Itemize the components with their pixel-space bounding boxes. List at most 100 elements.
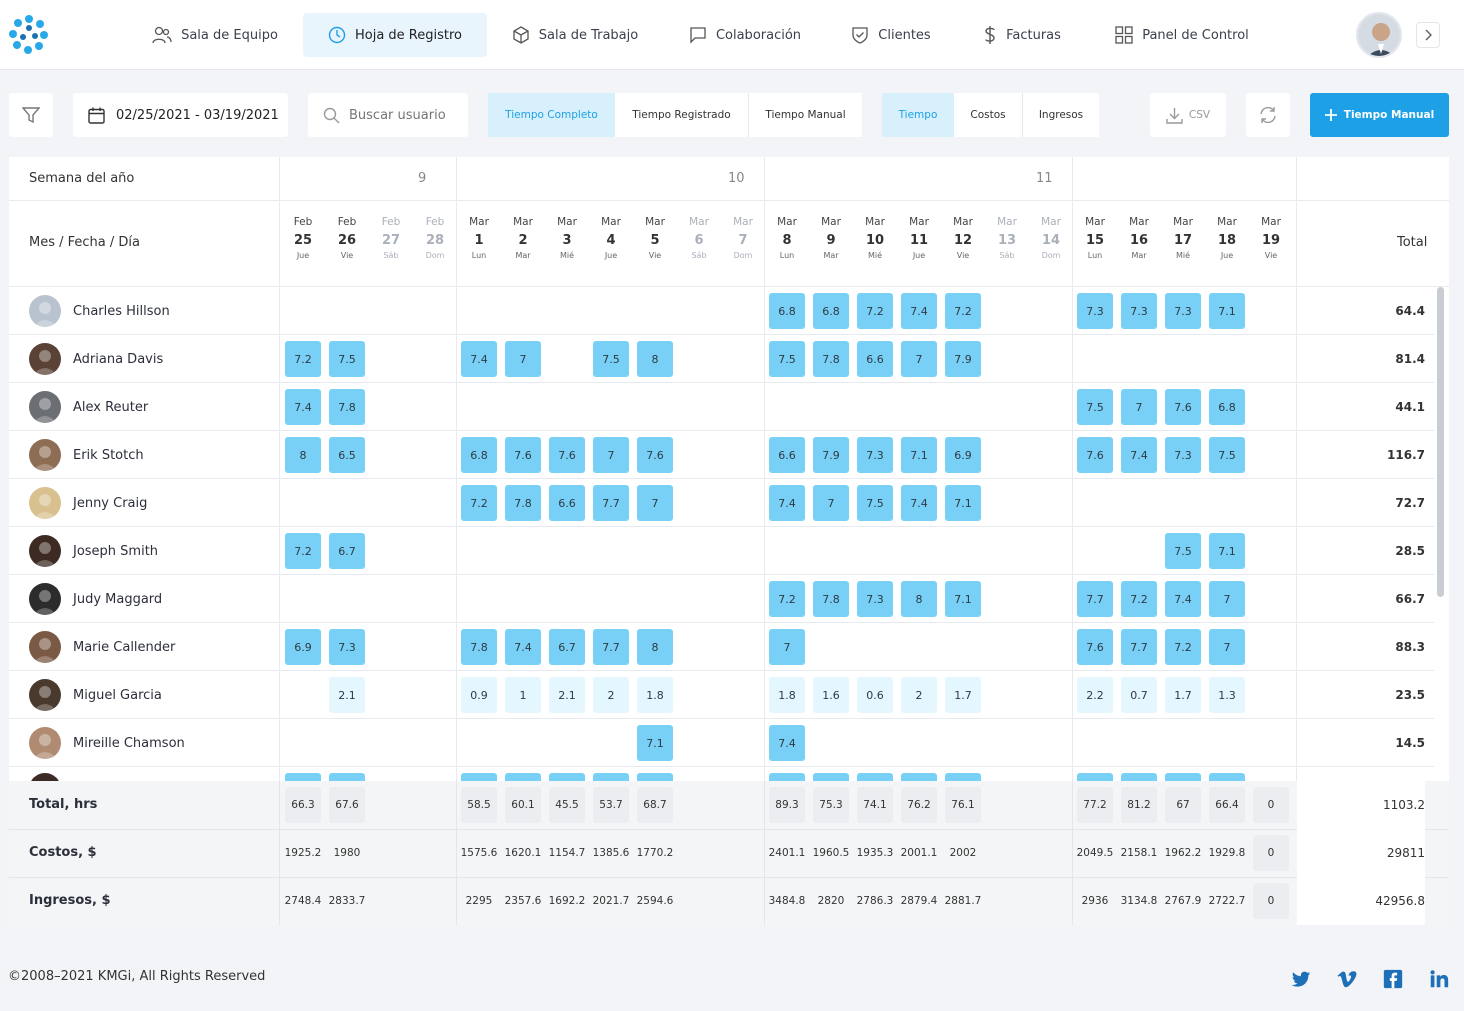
time-cell[interactable]: 7.8 [505, 485, 541, 521]
time-cell[interactable]: 1.8 [769, 677, 805, 713]
mode-tab-tiempo-registrado[interactable]: Tiempo Registrado [615, 93, 748, 137]
time-cell[interactable]: 7.3 [1077, 293, 1113, 329]
time-cell[interactable]: 2 [901, 677, 937, 713]
time-cell[interactable]: 7.7 [593, 629, 629, 665]
nav-sala-de-equipo[interactable]: Sala de Equipo [140, 13, 290, 57]
date-range-picker[interactable]: 02/25/2021 - 03/19/2021 [73, 93, 288, 137]
time-cell[interactable]: 6.8 [769, 293, 805, 329]
time-cell[interactable]: 7.4 [1165, 581, 1201, 617]
time-cell[interactable]: 7.2 [285, 533, 321, 569]
time-cell[interactable]: 7.8 [813, 341, 849, 377]
time-cell[interactable] [1077, 773, 1113, 781]
user-row-name[interactable]: Mireille Chamson [9, 719, 279, 767]
time-cell[interactable] [901, 773, 937, 781]
time-cell[interactable]: 6.9 [285, 629, 321, 665]
filter-button[interactable] [9, 93, 53, 137]
time-cell[interactable]: 6.9 [945, 437, 981, 473]
time-cell[interactable]: 6.6 [549, 485, 585, 521]
time-cell[interactable]: 7.7 [1121, 629, 1157, 665]
time-cell[interactable]: 7 [637, 485, 673, 521]
time-cell[interactable]: 2.2 [1077, 677, 1113, 713]
expand-button[interactable] [1416, 22, 1440, 48]
time-cell[interactable]: 0.9 [461, 677, 497, 713]
nav-sala-de-trabajo[interactable]: Sala de Trabajo [500, 13, 650, 57]
search-user-field[interactable] [308, 93, 468, 137]
time-cell[interactable]: 7.6 [637, 437, 673, 473]
add-manual-time-button[interactable]: Tiempo Manual [1310, 93, 1449, 137]
mode-tab-tiempo-manual[interactable]: Tiempo Manual [748, 93, 862, 137]
time-cell[interactable]: 8 [637, 341, 673, 377]
time-cell[interactable]: 7.1 [1209, 293, 1245, 329]
user-row-name[interactable]: Alex Reuter [9, 383, 279, 431]
time-cell[interactable]: 7.8 [461, 629, 497, 665]
time-cell[interactable]: 7.5 [329, 341, 365, 377]
time-cell[interactable]: 6.7 [549, 629, 585, 665]
time-cell[interactable]: 7.3 [1165, 293, 1201, 329]
csv-export-button[interactable]: CSV [1150, 93, 1226, 137]
time-cell[interactable]: 7.4 [769, 725, 805, 761]
linkedin-link[interactable] [1428, 968, 1450, 990]
time-cell[interactable]: 7.1 [945, 485, 981, 521]
time-cell[interactable]: 0.7 [1121, 677, 1157, 713]
time-cell[interactable]: 7 [1209, 581, 1245, 617]
time-cell[interactable]: 1.7 [945, 677, 981, 713]
time-cell[interactable]: 7 [901, 341, 937, 377]
time-cell[interactable]: 6.8 [1209, 389, 1245, 425]
time-cell[interactable]: 7 [813, 485, 849, 521]
time-cell[interactable]: 6.6 [769, 437, 805, 473]
time-cell[interactable] [549, 773, 585, 781]
time-cell[interactable]: 7.2 [857, 293, 893, 329]
metric-tab-costos[interactable]: Costos [954, 93, 1022, 137]
time-cell[interactable]: 7.8 [329, 389, 365, 425]
time-cell[interactable]: 7.2 [461, 485, 497, 521]
metric-tab-ingresos[interactable]: Ingresos [1022, 93, 1099, 137]
time-cell[interactable]: 7.9 [813, 437, 849, 473]
time-cell[interactable]: 7.6 [549, 437, 585, 473]
time-cell[interactable]: 8 [901, 581, 937, 617]
facebook-link[interactable] [1382, 968, 1404, 990]
time-cell[interactable]: 8 [285, 437, 321, 473]
time-cell[interactable] [329, 773, 365, 781]
time-cell[interactable]: 2 [593, 677, 629, 713]
search-input[interactable] [349, 107, 459, 123]
nav-clientes[interactable]: Clientes [838, 13, 944, 57]
time-cell[interactable]: 1.3 [1209, 677, 1245, 713]
time-cell[interactable]: 7.3 [1165, 437, 1201, 473]
time-cell[interactable]: 7.4 [461, 341, 497, 377]
time-cell[interactable]: 6.8 [813, 293, 849, 329]
vimeo-link[interactable] [1336, 968, 1358, 990]
time-cell[interactable]: 2.1 [329, 677, 365, 713]
time-cell[interactable]: 7.5 [1077, 389, 1113, 425]
time-cell[interactable]: 7.3 [857, 437, 893, 473]
metric-tab-tiempo[interactable]: Tiempo [882, 93, 954, 137]
time-cell[interactable]: 7.4 [505, 629, 541, 665]
time-cell[interactable]: 7.5 [857, 485, 893, 521]
time-cell[interactable] [945, 773, 981, 781]
time-cell[interactable]: 7.9 [945, 341, 981, 377]
table-scrollbar[interactable] [1437, 287, 1444, 597]
time-cell[interactable] [505, 773, 541, 781]
time-cell[interactable]: 7.2 [945, 293, 981, 329]
user-row-name[interactable]: Jenny Craig [9, 479, 279, 527]
time-cell[interactable] [769, 773, 805, 781]
refresh-button[interactable] [1246, 93, 1290, 137]
user-row-name[interactable]: Marie Callender [9, 623, 279, 671]
time-cell[interactable]: 7.7 [1077, 581, 1113, 617]
time-cell[interactable]: 7 [505, 341, 541, 377]
app-logo[interactable] [8, 14, 50, 54]
time-cell[interactable]: 6.7 [329, 533, 365, 569]
time-cell[interactable]: 7.4 [901, 293, 937, 329]
time-cell[interactable]: 8 [637, 629, 673, 665]
time-cell[interactable]: 7.6 [1077, 437, 1113, 473]
nav-facturas[interactable]: Facturas [967, 13, 1077, 57]
time-cell[interactable]: 7.2 [1121, 581, 1157, 617]
user-row-name[interactable]: Miguel Garcia [9, 671, 279, 719]
time-cell[interactable]: 7.5 [593, 341, 629, 377]
user-row-name[interactable]: Judy Maggard [9, 575, 279, 623]
time-cell[interactable]: 6.5 [329, 437, 365, 473]
time-cell[interactable]: 7.6 [1165, 389, 1201, 425]
time-cell[interactable] [1209, 773, 1245, 781]
time-cell[interactable]: 7.8 [813, 581, 849, 617]
time-cell[interactable] [461, 773, 497, 781]
time-cell[interactable]: 7.4 [901, 485, 937, 521]
